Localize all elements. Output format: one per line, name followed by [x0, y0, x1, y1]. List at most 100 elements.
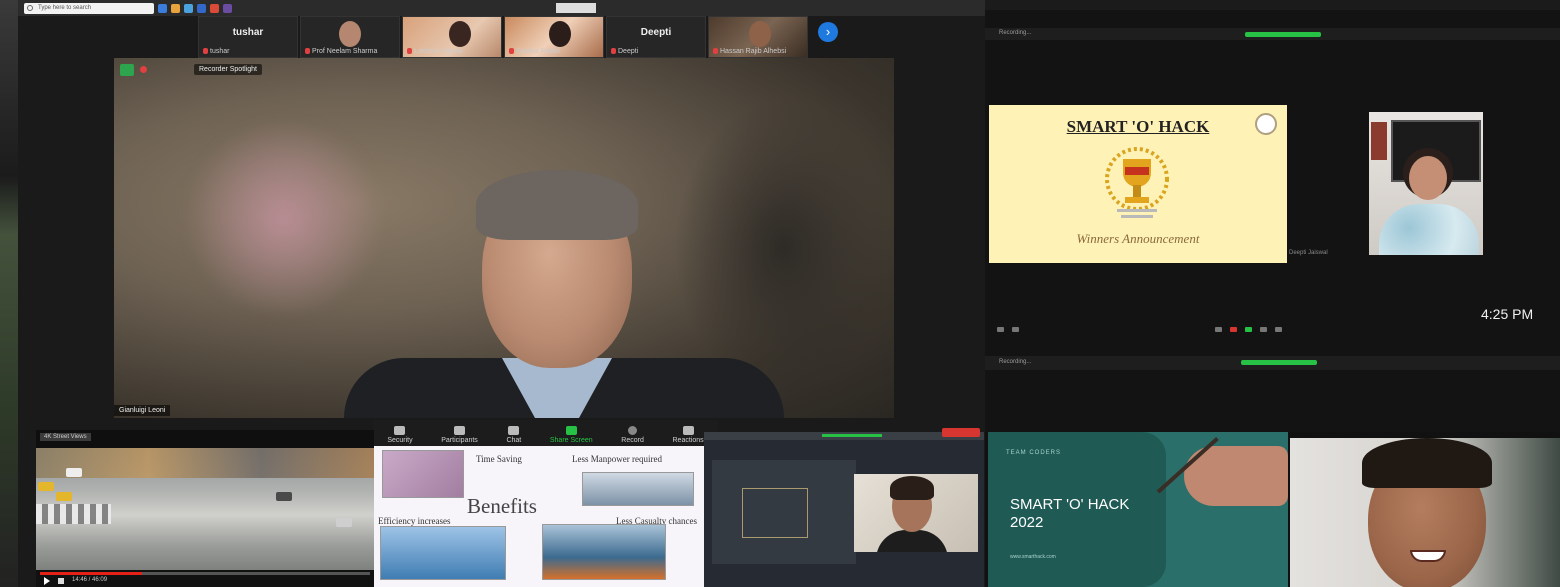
background-blur — [674, 98, 894, 398]
scene-car — [336, 518, 352, 527]
chat-icon[interactable] — [1230, 326, 1237, 332]
participant-video — [749, 21, 771, 47]
shared-street-video: 4K Street Views 14:46 / 46:09 — [36, 430, 374, 587]
record-icon — [628, 426, 638, 435]
sharing-indicator — [1245, 32, 1321, 37]
scene-car — [276, 492, 292, 501]
benefit-label: Less Manpower required — [572, 454, 662, 464]
edge-icon[interactable] — [184, 3, 193, 13]
search-placeholder: Type here to search — [38, 4, 92, 11]
taskbar-address-input[interactable] — [556, 3, 596, 13]
slide-subtitle: www.smarthack.com — [1010, 554, 1056, 560]
participant-big-name: Deepti — [640, 27, 672, 38]
record-button[interactable]: Record — [621, 426, 644, 444]
participant-thumbnail[interactable]: Lakshmi Sarma — [402, 16, 502, 58]
video-player-controls: 14:46 / 46:09 — [36, 570, 374, 587]
slide-title: SMART 'O' HACK — [1066, 117, 1210, 136]
mic-muted-icon — [407, 48, 412, 54]
video-progress-fill — [40, 572, 143, 575]
smart-o-hack-slide: SMART 'O' HACK Winners Announcement — [989, 105, 1287, 263]
zoom-meeting-window-right: Recording... SMART 'O' HACK Winners Anno… — [985, 0, 1560, 432]
share-icon — [565, 426, 577, 435]
stop-share-button[interactable] — [942, 428, 980, 437]
shield-icon — [394, 426, 406, 435]
participant-hair — [1362, 438, 1492, 488]
participant-thumbnail[interactable]: Hassan Rajib Alhebsi — [708, 16, 808, 58]
video-icon[interactable] — [1012, 326, 1019, 332]
presenter-video — [854, 474, 978, 552]
presenter-body — [876, 530, 948, 552]
sharing-indicator — [1241, 360, 1317, 365]
scene-car — [66, 468, 82, 477]
presenter-hair — [890, 476, 934, 500]
mic-icon[interactable] — [997, 326, 1004, 332]
video-time: 14:46 / 46:09 — [72, 577, 108, 583]
share-icon[interactable] — [1245, 326, 1252, 332]
participant-video — [549, 21, 571, 47]
slide-subtitle: Winners Announcement — [1076, 231, 1200, 246]
participant-name: Prof Neelam Sharma — [305, 48, 377, 55]
dark-slide-content — [712, 460, 856, 564]
share-screen-button[interactable]: Share Screen — [550, 426, 593, 444]
meeting-status-bar: Recording... — [985, 28, 1560, 40]
scene-crosswalk — [36, 504, 111, 524]
background-frame — [1371, 122, 1387, 160]
participant-thumbnail[interactable]: Deepti Deepti — [606, 16, 706, 58]
host-video — [1369, 112, 1483, 255]
background-blur — [184, 118, 384, 318]
street-scene — [36, 448, 374, 570]
host-body — [1379, 204, 1479, 255]
participant-thumbnail[interactable]: tushar tushar — [198, 16, 298, 58]
file-explorer-icon[interactable] — [171, 3, 180, 13]
volume-icon[interactable] — [58, 578, 64, 584]
smart-o-hack-2022-slide: TEAM CODERS SMART 'O' HACK 2022 www.smar… — [988, 432, 1288, 587]
play-icon[interactable] — [44, 577, 50, 585]
speaker-name-tag: Gianluigi Leoni — [114, 405, 171, 416]
security-badge-icon[interactable] — [120, 64, 134, 76]
windows-taskbar: Type here to search — [18, 0, 985, 16]
video-progress-bar[interactable] — [40, 572, 370, 575]
reactions-button[interactable]: Reactions — [673, 426, 704, 444]
teams-icon[interactable] — [223, 3, 232, 13]
participants-icon[interactable] — [1215, 326, 1222, 332]
participant-name: Hassan Rajib Alhebsi — [713, 48, 786, 55]
reactions-icon[interactable] — [1275, 326, 1282, 332]
chat-button[interactable]: Chat — [506, 426, 521, 444]
record-icon[interactable] — [1260, 326, 1267, 332]
meeting-toolbar-right — [985, 322, 1560, 336]
host-face — [1409, 156, 1447, 200]
task-view-icon[interactable] — [158, 3, 167, 13]
boat-image — [582, 472, 694, 506]
participant-thumbnail[interactable]: Sandra Pataki — [504, 16, 604, 58]
team-label: TEAM CODERS — [1006, 450, 1062, 456]
benefits-slide: Time Saving Less Manpower required Benef… — [374, 446, 718, 587]
chevron-right-icon[interactable]: › — [818, 22, 838, 42]
people-icon — [454, 426, 466, 435]
video-title: 4K Street Views — [40, 433, 91, 441]
clock-time: 4:25 PM — [1481, 306, 1534, 322]
status-text: Recording... — [999, 30, 1032, 36]
search-icon — [27, 4, 33, 11]
participants-button[interactable]: Participants — [441, 426, 478, 444]
mic-muted-icon — [509, 48, 514, 54]
taskbar-search-input[interactable]: Type here to search — [24, 2, 154, 14]
slide-text-box — [742, 488, 808, 538]
zoom-app-icon[interactable] — [197, 3, 206, 13]
participant-big-name: tushar — [232, 27, 264, 38]
scene-buildings — [36, 448, 374, 478]
scene-taxi — [38, 482, 54, 491]
trophy-icon — [1105, 147, 1169, 218]
lifeboat-image — [542, 524, 666, 580]
participant-name: Lakshmi Sarma — [407, 48, 463, 55]
slide-title: Benefits — [467, 494, 537, 518]
security-button[interactable]: Security — [387, 426, 413, 444]
benefit-label: Efficiency increases — [378, 516, 451, 526]
meeting-toolbar: Security Participants Chat Share Screen … — [373, 420, 718, 446]
participant-thumbnail[interactable]: Prof Neelam Sharma — [300, 16, 400, 58]
chat-icon — [508, 426, 520, 435]
host-name-caption: Deepti Jaiswal — [1289, 250, 1328, 256]
participant-video-large — [1290, 438, 1560, 587]
zoom-meeting-window-left: Type here to search tushar tushar Prof N… — [18, 0, 985, 587]
chrome-icon[interactable] — [210, 3, 219, 13]
smile-icon — [682, 426, 694, 435]
